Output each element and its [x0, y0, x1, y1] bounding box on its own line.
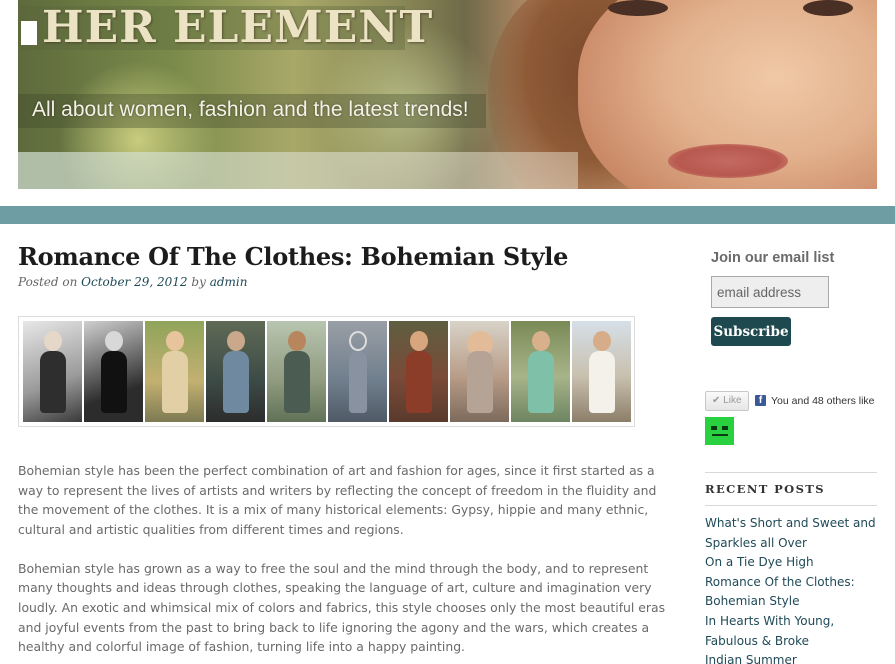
nav-bar	[0, 206, 895, 224]
post-image-collage	[18, 316, 635, 427]
photo-figure-body	[405, 351, 432, 413]
title-marker	[21, 21, 37, 45]
banner-overlay	[18, 152, 578, 189]
photo-figure-body	[466, 351, 493, 413]
collage-photo	[84, 321, 143, 422]
photo-figure-head	[165, 331, 184, 351]
by-label: by	[191, 275, 206, 289]
photo-figure-head	[592, 331, 611, 351]
avatar-eye	[722, 426, 728, 430]
facebook-icon: f	[755, 395, 766, 406]
photo-figure-head	[104, 331, 123, 351]
divider	[705, 505, 877, 506]
photo-figure-body	[283, 351, 310, 413]
list-item: Romance Of the Clothes: Bohemian Style	[705, 573, 877, 612]
dreamcatcher-ring	[348, 331, 367, 351]
recent-posts-list: What's Short and Sweet and Sparkles all …	[705, 514, 877, 664]
email-list-heading: Join our email list	[711, 250, 835, 266]
photo-figure-body	[588, 351, 615, 413]
site-title[interactable]: HER ELEMENT	[42, 2, 433, 53]
collage-photo	[389, 321, 448, 422]
email-address-input[interactable]	[711, 276, 829, 308]
photo-figure-head	[287, 331, 306, 351]
list-item: Indian Summer	[705, 651, 877, 664]
photo-figure-body	[39, 351, 66, 413]
post-paragraph: Bohemian style has been the perfect comb…	[18, 463, 657, 537]
photo-figure-body	[222, 351, 249, 413]
list-item: What's Short and Sweet and Sparkles all …	[705, 514, 877, 553]
banner-eye	[803, 0, 853, 16]
recent-posts-heading: RECENT POSTS	[705, 482, 825, 496]
collage-photo	[23, 321, 82, 422]
photo-figure-body	[527, 351, 554, 413]
collage-photo	[328, 321, 387, 422]
collage-photo	[572, 321, 631, 422]
post-body: Bohemian style has been the perfect comb…	[18, 461, 680, 664]
post-paragraph: Bohemian style has grown as a way to fre…	[18, 560, 666, 655]
subscribe-button[interactable]: Subscribe	[711, 317, 791, 346]
photo-figure-head	[226, 331, 245, 351]
recent-post-link[interactable]: Indian Summer	[705, 653, 797, 664]
collage-photo	[511, 321, 570, 422]
header-banner: HER ELEMENT All about women, fashion and…	[18, 0, 877, 189]
facebook-like-count: You and 48 others like t	[771, 395, 877, 407]
site-tagline: All about women, fashion and the latest …	[32, 98, 469, 121]
recent-post-link[interactable]: In Hearts With Young, Fabulous & Broke	[705, 614, 834, 648]
divider	[705, 472, 877, 473]
post-title[interactable]: Romance Of The Clothes: Bohemian Style	[18, 242, 568, 271]
post-date-link[interactable]: October 29, 2012	[81, 275, 187, 289]
collage-photo	[267, 321, 326, 422]
photo-figure-head	[43, 331, 62, 351]
photo-figure-body	[100, 351, 127, 413]
facebook-like-button[interactable]: ✔ Like	[705, 391, 749, 411]
post-author-link[interactable]: admin	[210, 275, 248, 289]
collage-photo	[206, 321, 265, 422]
banner-lips	[668, 144, 788, 178]
list-item: On a Tie Dye High	[705, 553, 877, 573]
photo-figure-body	[161, 351, 188, 413]
recent-post-link[interactable]: On a Tie Dye High	[705, 555, 814, 569]
photo-figure-head	[409, 331, 428, 351]
posted-on-label: Posted on	[18, 275, 78, 289]
collage-photo	[145, 321, 204, 422]
recent-post-link[interactable]: What's Short and Sweet and Sparkles all …	[705, 516, 876, 550]
collage-photo	[450, 321, 509, 422]
post-meta: Posted on October 29, 2012 by admin	[18, 275, 247, 289]
avatar-mouth	[712, 434, 728, 436]
list-item: In Hearts With Young, Fabulous & Broke	[705, 612, 877, 651]
banner-eye	[608, 0, 668, 16]
avatar-eye	[711, 426, 717, 430]
photo-figure-head	[531, 331, 550, 351]
recent-post-link[interactable]: Romance Of the Clothes: Bohemian Style	[705, 575, 855, 609]
user-avatar[interactable]	[705, 417, 734, 445]
dreamcatcher-feathers	[348, 351, 367, 413]
